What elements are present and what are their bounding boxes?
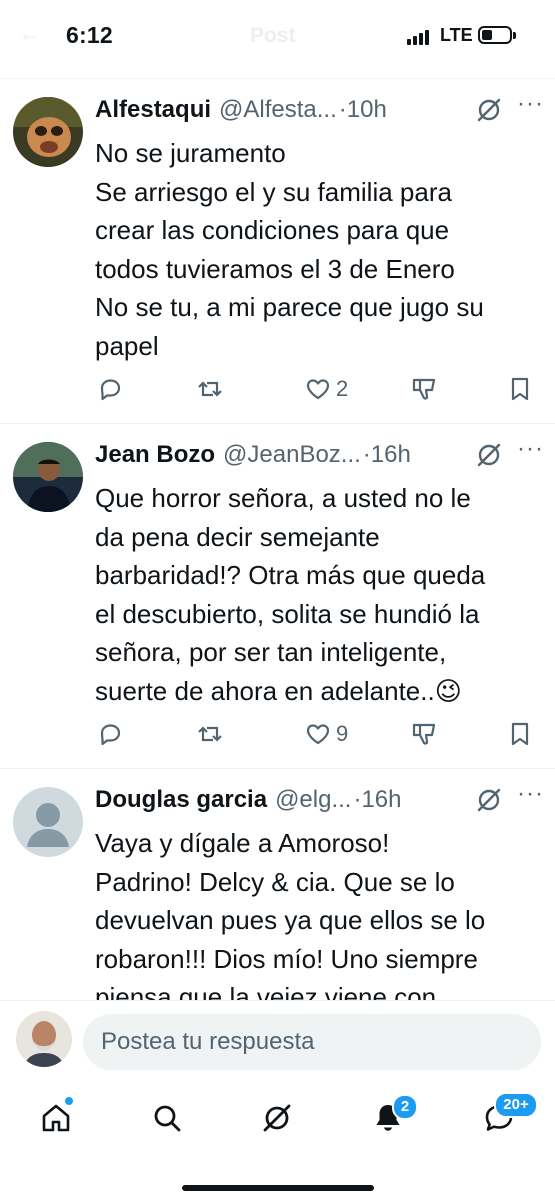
- author-handle[interactable]: @Alfesta...: [219, 96, 337, 124]
- tab-notifications[interactable]: 2: [368, 1094, 418, 1138]
- avatar[interactable]: [13, 442, 83, 512]
- reply-input[interactable]: Postea tu respuesta: [83, 1014, 541, 1070]
- repost-button[interactable]: [196, 717, 224, 751]
- faded-page-title: Post: [250, 24, 296, 47]
- post-text-line: da pena decir semejante: [95, 521, 380, 552]
- post-text-line: barbaridad!? Otra más que queda: [95, 560, 486, 590]
- post-text: Vaya y dígale a Amoroso! Padrino! Delcy …: [95, 824, 535, 1000]
- bookmark-icon: [511, 377, 529, 401]
- network-label: LTE: [440, 25, 473, 45]
- dislike-button[interactable]: [410, 372, 438, 406]
- battery-icon: [478, 26, 516, 44]
- post-text-line: crear las condiciones para que: [95, 215, 450, 245]
- reply-icon: [100, 379, 121, 401]
- avatar[interactable]: [13, 787, 83, 857]
- bookmark-icon: [511, 722, 529, 746]
- post-text-line: señora, por ser tan inteligente,: [95, 637, 447, 667]
- like-button[interactable]: 2: [304, 372, 348, 406]
- home-icon: [42, 1104, 70, 1132]
- avatar[interactable]: [13, 97, 83, 167]
- reply-icon: [100, 724, 121, 746]
- search-icon: [154, 1105, 181, 1132]
- reply-post[interactable]: Alfestaqui @Alfesta... ·10h ··· No se ju…: [0, 79, 555, 424]
- author-name[interactable]: Jean Bozo: [95, 441, 215, 469]
- messages-badge: 20+: [494, 1092, 538, 1118]
- heart-icon: [306, 379, 330, 400]
- post-text: Que horror señora, a usted no le da pena…: [95, 479, 535, 710]
- action-bar: 2: [0, 372, 555, 406]
- post-text-line: suerte de ahora en adelante..😉: [95, 675, 462, 706]
- bookmark-button[interactable]: [506, 717, 534, 751]
- post-text-line: papel: [95, 330, 159, 361]
- author-handle[interactable]: @JeanBoz...: [223, 441, 361, 469]
- post-text: No se juramento Se arriesgo el y su fami…: [95, 134, 535, 365]
- more-options-icon[interactable]: ···: [517, 780, 544, 808]
- repost-icon: [198, 726, 222, 742]
- dislike-button[interactable]: [410, 717, 438, 751]
- like-count: 2: [336, 376, 349, 401]
- post-text-line: devuelvan pues ya que ellos se lo: [95, 905, 486, 935]
- post-time[interactable]: ·10h: [339, 96, 387, 124]
- status-bar: ← 6:12 Post LTE: [0, 0, 555, 79]
- reply-placeholder: Postea tu respuesta: [101, 1028, 315, 1055]
- post-text-line: Vaya y dígale a Amoroso!: [95, 828, 390, 858]
- reply-post[interactable]: Douglas garcia @elg... ·16h ··· Vaya y d…: [0, 769, 555, 1000]
- repost-button[interactable]: [196, 372, 224, 406]
- grok-icon[interactable]: [475, 96, 503, 124]
- post-header: Jean Bozo @JeanBoz... ·16h ···: [95, 435, 555, 473]
- post-text-line: No se tu, a mi parece que jugo su: [95, 292, 484, 322]
- thumbs-down-icon: [412, 378, 436, 400]
- post-text-line: No se juramento: [95, 138, 286, 168]
- reply-post[interactable]: Jean Bozo @JeanBoz... ·16h ··· Que horro…: [0, 424, 555, 769]
- grok-icon: [263, 1104, 291, 1132]
- author-name[interactable]: Douglas garcia: [95, 786, 267, 814]
- post-header: Alfestaqui @Alfesta... ·10h ···: [95, 90, 555, 128]
- like-button[interactable]: 9: [304, 717, 348, 751]
- post-text-line: Padrino! Delcy & cia. Que se lo: [95, 866, 455, 897]
- status-time: 6:12: [66, 22, 113, 48]
- tab-home[interactable]: [36, 1097, 76, 1138]
- home-new-dot: [65, 1097, 73, 1105]
- tab-explore[interactable]: [147, 1098, 187, 1138]
- back-arrow-icon[interactable]: ←: [18, 20, 42, 48]
- more-options-icon[interactable]: ···: [517, 90, 544, 118]
- post-time[interactable]: ·16h: [363, 441, 411, 469]
- repost-icon: [198, 381, 222, 397]
- tab-grok[interactable]: [257, 1098, 297, 1138]
- like-count: 9: [336, 721, 349, 746]
- author-name[interactable]: Alfestaqui: [95, 96, 211, 124]
- heart-icon: [306, 724, 330, 745]
- post-time[interactable]: ·16h: [353, 786, 401, 814]
- grok-icon[interactable]: [475, 786, 503, 814]
- home-indicator: [182, 1185, 374, 1191]
- action-bar: 9: [0, 717, 555, 751]
- reply-button[interactable]: [96, 372, 124, 406]
- my-avatar[interactable]: [16, 1011, 72, 1067]
- bookmark-button[interactable]: [506, 372, 534, 406]
- post-text-line: todos tuvieramos el 3 de Enero: [95, 253, 455, 284]
- notifications-badge: 2: [392, 1094, 418, 1120]
- post-text-line: piensa que la vejez viene con: [95, 982, 437, 1000]
- author-handle[interactable]: @elg...: [275, 786, 351, 814]
- reply-button[interactable]: [96, 717, 124, 751]
- replies-feed: Alfestaqui @Alfesta... ·10h ··· No se ju…: [0, 79, 555, 1000]
- post-text-line: el descubierto, solita se hundió la: [95, 598, 480, 629]
- thumbs-down-icon: [412, 723, 436, 745]
- tab-messages[interactable]: 20+: [479, 1092, 538, 1138]
- post-text-line: robaron!!! Dios mío! Uno siempre: [95, 943, 478, 974]
- reply-composer: Postea tu respuesta: [0, 1000, 555, 1083]
- bottom-tab-bar: 2 20+: [0, 1082, 555, 1200]
- grok-icon[interactable]: [475, 441, 503, 469]
- signal-icon: [407, 29, 433, 45]
- post-text-line: Se arriesgo el y su familia para: [95, 176, 452, 207]
- post-text-line: Que horror señora, a usted no le: [95, 483, 471, 513]
- more-options-icon[interactable]: ···: [517, 435, 544, 463]
- post-header: Douglas garcia @elg... ·16h ···: [95, 780, 555, 818]
